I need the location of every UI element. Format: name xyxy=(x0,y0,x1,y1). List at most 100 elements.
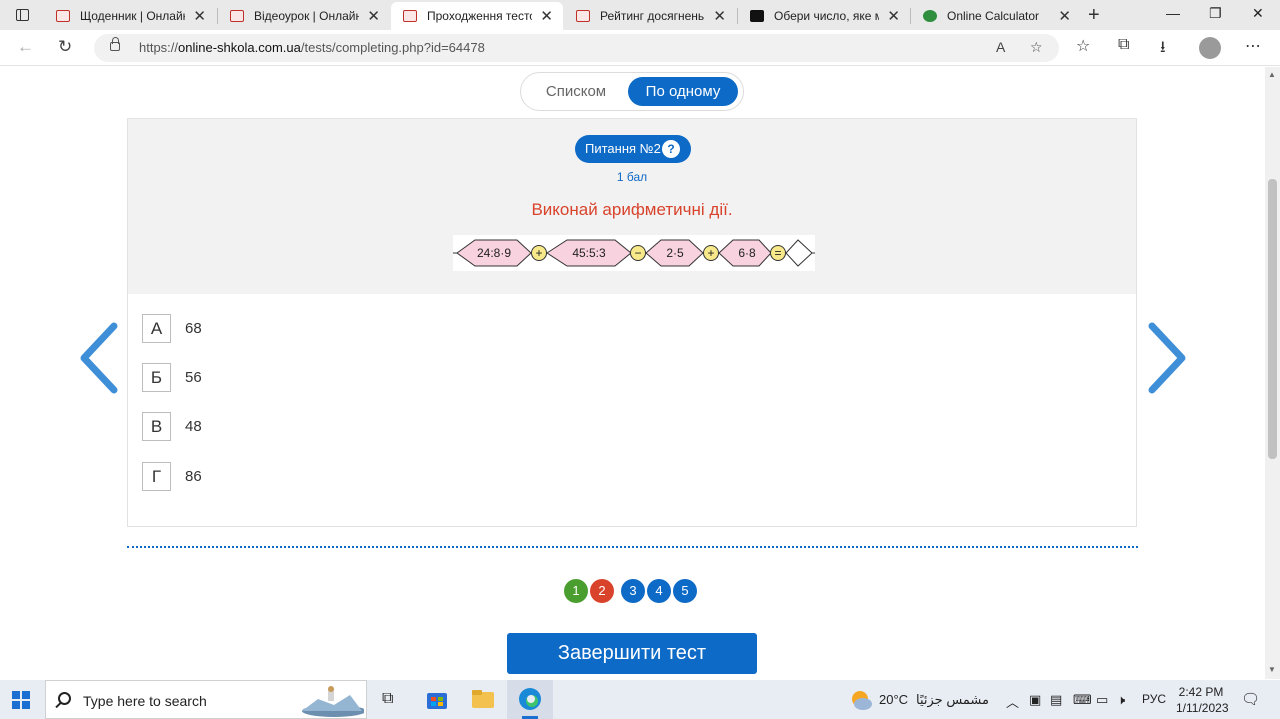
chain-operator-4: = xyxy=(774,246,781,260)
volume-icon[interactable]: 🕨 xyxy=(1117,692,1125,708)
tab-title: Проходження тестов xyxy=(427,9,533,23)
answer-option[interactable]: Б 56 xyxy=(142,363,542,393)
question-card: Питання №2 ? 1 бал Виконай арифметичні д… xyxy=(127,118,1137,527)
view-one-option[interactable]: По одному xyxy=(628,77,738,106)
browser-tab-active[interactable]: Проходження тестов ✕ xyxy=(391,2,563,30)
minimize-icon[interactable]: — xyxy=(1166,5,1180,21)
notifications-icon[interactable]: 🗨 xyxy=(1241,690,1260,708)
site-favicon-icon xyxy=(576,10,590,22)
question-header: Питання №2 ? 1 бал Виконай арифметичні д… xyxy=(128,119,1136,294)
chain-operator-2: − xyxy=(634,246,641,260)
page-button-4[interactable]: 4 xyxy=(647,579,671,603)
arithmetic-chain-image: 24:8·9 + 45:5:3 − 2·5 + 6·8 = xyxy=(453,235,815,271)
chain-operator-3: + xyxy=(707,246,714,260)
browser-tab[interactable]: Відеоурок | Онлайн-ш ✕ xyxy=(218,2,390,30)
tab-title: Щоденник | Онлайн-ш xyxy=(80,9,185,23)
question-points: 1 бал xyxy=(616,170,648,184)
browser-tab[interactable]: Обери число, яке міс ✕ xyxy=(738,2,910,30)
profile-avatar[interactable] xyxy=(1199,37,1221,59)
tab-title: Online Calculator xyxy=(947,9,1040,23)
page-scrollbar[interactable]: ▲ ▼ xyxy=(1265,67,1280,679)
tab-close-icon[interactable]: ✕ xyxy=(540,7,553,25)
browser-tab[interactable]: Online Calculator ✕ xyxy=(911,2,1081,30)
answer-option[interactable]: В 48 xyxy=(142,412,542,442)
answer-text: 86 xyxy=(185,468,202,485)
scroll-up-icon[interactable]: ▲ xyxy=(1268,70,1276,79)
read-aloud-icon[interactable]: A xyxy=(996,39,1005,55)
page-button-2[interactable]: 2 xyxy=(590,579,614,603)
site-favicon-icon xyxy=(230,10,244,22)
close-window-icon[interactable]: ✕ xyxy=(1252,5,1264,22)
weather-temperature[interactable]: 20°C xyxy=(879,692,908,707)
task-view-icon[interactable]: ⧉ xyxy=(382,690,393,708)
tab-close-icon[interactable]: ✕ xyxy=(193,7,206,25)
favorites-icon[interactable]: ☆ xyxy=(1076,36,1090,56)
page-button-3[interactable]: 3 xyxy=(621,579,645,603)
tab-close-icon[interactable]: ✕ xyxy=(367,7,380,25)
site-favicon-icon xyxy=(403,10,417,22)
chain-block-4: 6·8 xyxy=(738,246,756,260)
windows-start-icon[interactable] xyxy=(12,691,30,709)
tab-close-icon[interactable]: ✕ xyxy=(713,7,726,25)
tab-close-icon[interactable]: ✕ xyxy=(1058,7,1071,25)
url-text: https://online-shkola.com.ua/tests/compl… xyxy=(139,40,485,55)
answer-letter[interactable]: Г xyxy=(142,462,171,491)
weather-sun-cloud-icon xyxy=(852,691,872,710)
restore-icon[interactable]: ❐ xyxy=(1209,5,1222,22)
page-button-1[interactable]: 1 xyxy=(564,579,588,603)
address-field[interactable]: https://online-shkola.com.ua/tests/compl… xyxy=(94,34,1059,62)
browser-tab[interactable]: Рейтинг досягнень | О ✕ xyxy=(564,2,736,30)
chain-operator-1: + xyxy=(535,246,542,260)
edge-browser-icon[interactable] xyxy=(517,686,543,712)
answer-letter[interactable]: Б xyxy=(142,363,171,392)
refresh-icon[interactable]: ↻ xyxy=(58,37,72,57)
back-icon[interactable]: ← xyxy=(17,37,34,57)
page-content: Списком По одному Питання №2 ? 1 бал Вик… xyxy=(0,67,1265,679)
view-list-option[interactable]: Списком xyxy=(527,77,625,106)
store-icon[interactable] xyxy=(424,686,450,712)
collections-icon[interactable]: ⧉ xyxy=(1118,36,1129,54)
tab-close-icon[interactable]: ✕ xyxy=(887,7,900,25)
question-number-badge: Питання №2 ? xyxy=(575,135,691,163)
search-highlight-illustration xyxy=(294,685,364,717)
help-icon[interactable]: ? xyxy=(662,140,680,158)
favorite-add-icon[interactable]: ☆ xyxy=(1030,39,1043,56)
search-icon xyxy=(58,692,71,705)
taskbar-search-box[interactable]: Type here to search xyxy=(45,680,367,719)
chain-block-2: 45:5:3 xyxy=(572,246,606,260)
answer-text: 48 xyxy=(185,418,202,435)
tab-title: Рейтинг досягнень | О xyxy=(600,9,705,23)
scroll-thumb[interactable] xyxy=(1268,179,1277,459)
next-question-arrow[interactable] xyxy=(1144,322,1188,394)
taskbar-clock[interactable]: 2:42 PM 1/11/2023 xyxy=(1176,684,1229,716)
site-favicon-icon xyxy=(750,10,764,22)
tray-camera-icon[interactable]: ▤ xyxy=(1050,692,1062,708)
tab-actions-icon[interactable] xyxy=(8,5,36,25)
more-menu-icon[interactable]: ⋯ xyxy=(1245,36,1261,56)
input-language[interactable]: РУС xyxy=(1142,692,1166,706)
file-explorer-icon[interactable] xyxy=(470,686,496,712)
answer-text: 68 xyxy=(185,320,202,337)
windows-taskbar: Type here to search ⧉ 20°C مشمس جزئيًا ︿… xyxy=(0,680,1280,719)
tray-language-icon[interactable]: ⌨ xyxy=(1073,692,1092,708)
prev-question-arrow[interactable] xyxy=(78,322,122,394)
question-task-text: Виконай арифметичні дії. xyxy=(531,200,733,219)
answer-option[interactable]: Г 86 xyxy=(142,462,542,492)
page-button-5[interactable]: 5 xyxy=(673,579,697,603)
arithmetic-chain-svg: 24:8·9 + 45:5:3 − 2·5 + 6·8 = xyxy=(453,235,815,271)
answer-option[interactable]: А 68 xyxy=(142,314,542,344)
finish-test-button[interactable]: Завершити тест xyxy=(507,633,757,674)
answer-letter[interactable]: А xyxy=(142,314,171,343)
answer-letter[interactable]: В xyxy=(142,412,171,441)
section-divider xyxy=(127,546,1138,548)
address-toolbar: ← ↻ https://online-shkola.com.ua/tests/c… xyxy=(0,30,1280,66)
tray-app-icon[interactable]: ▣ xyxy=(1029,692,1041,708)
scroll-down-icon[interactable]: ▼ xyxy=(1268,665,1276,674)
weather-description[interactable]: مشمس جزئيًا xyxy=(916,692,989,708)
network-icon[interactable]: ▭ xyxy=(1096,692,1108,708)
chain-block-1: 24:8·9 xyxy=(477,246,511,260)
downloads-icon[interactable]: ⭳ xyxy=(1160,36,1166,63)
tray-chevron-up-icon[interactable]: ︿ xyxy=(1006,692,1019,711)
new-tab-icon[interactable]: + xyxy=(1088,4,1100,27)
browser-tab[interactable]: Щоденник | Онлайн-ш ✕ xyxy=(44,2,216,30)
